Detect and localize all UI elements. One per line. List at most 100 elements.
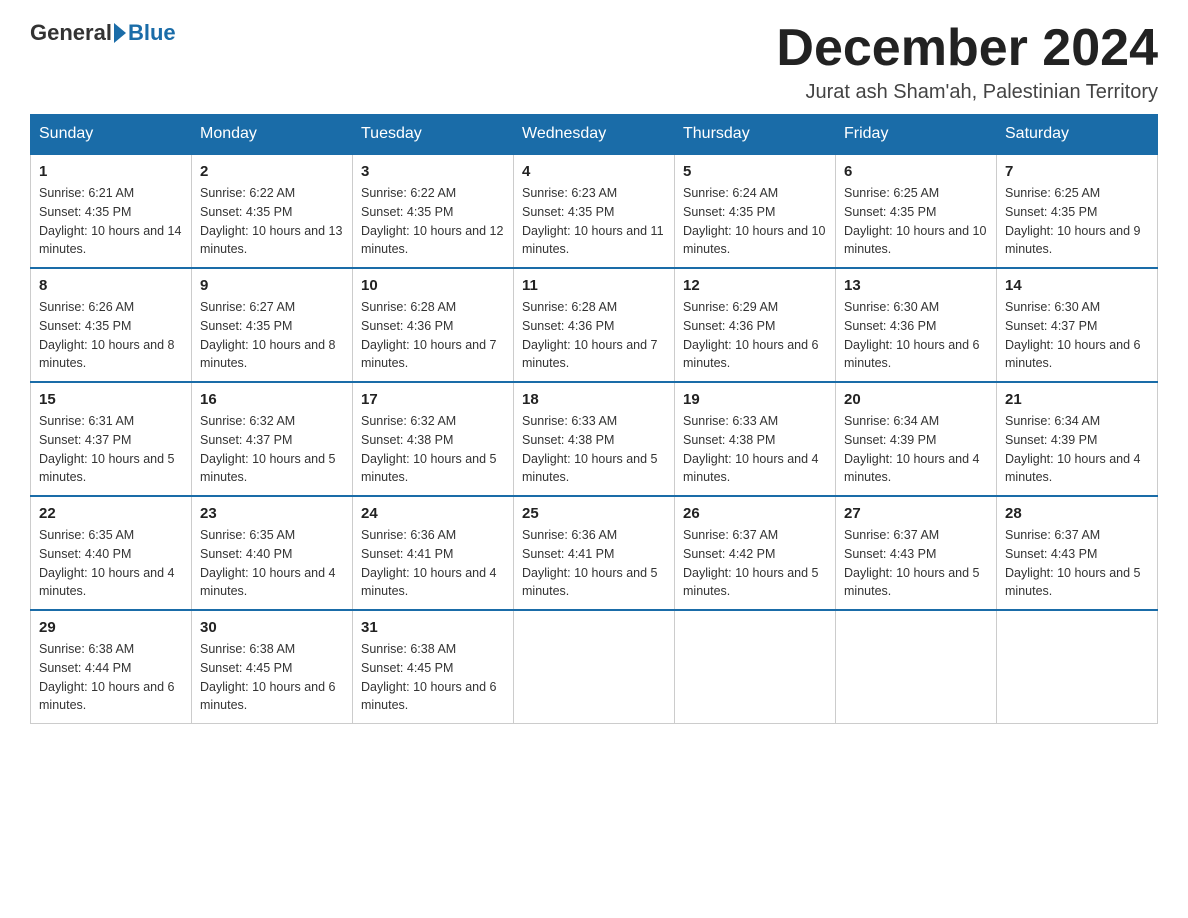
calendar-cell: 9Sunrise: 6:27 AMSunset: 4:35 PMDaylight…: [192, 268, 353, 382]
calendar-cell: 26 Sunrise: 6:37 AMSunset: 4:42 PMDayligh…: [675, 496, 836, 610]
day-number: 25: [522, 505, 666, 522]
logo-blue-text: Blue: [128, 20, 176, 46]
day-info: Sunrise: 6:38 AMSunset: 4:44 PMDaylight:…: [39, 640, 183, 715]
calendar-week-row-1: 1 Sunrise: 6:21 AMSunset: 4:35 PMDaylight…: [31, 154, 1158, 268]
day-info: Sunrise: 6:25 AMSunset: 4:35 PMDaylight:…: [1005, 184, 1149, 259]
calendar-cell: [514, 610, 675, 724]
day-info: Sunrise: 6:36 AMSunset: 4:41 PMDaylight:…: [522, 526, 666, 601]
day-info: Sunrise: 6:26 AMSunset: 4:35 PMDaylight:…: [39, 298, 183, 373]
day-number: 7: [1005, 163, 1149, 180]
day-info: Sunrise: 6:28 AMSunset: 4:36 PMDaylight:…: [361, 298, 505, 373]
day-info: Sunrise: 6:21 AMSunset: 4:35 PMDaylight:…: [39, 184, 183, 259]
day-info: Sunrise: 6:29 AMSunset: 4:36 PMDaylight:…: [683, 298, 827, 373]
page-header: General Blue December 2024 Jurat ash Sha…: [30, 20, 1158, 104]
day-info: Sunrise: 6:30 AMSunset: 4:36 PMDaylight:…: [844, 298, 988, 373]
day-info: Sunrise: 6:38 AMSunset: 4:45 PMDaylight:…: [200, 640, 344, 715]
calendar-cell: 13 Sunrise: 6:30 AMSunset: 4:36 PMDayligh…: [836, 268, 997, 382]
calendar-cell: 1 Sunrise: 6:21 AMSunset: 4:35 PMDaylight…: [31, 154, 192, 268]
day-info: Sunrise: 6:37 AMSunset: 4:43 PMDaylight:…: [1005, 526, 1149, 601]
day-number: 20: [844, 391, 988, 408]
logo: General Blue: [30, 20, 176, 46]
calendar-cell: 8Sunrise: 6:26 AMSunset: 4:35 PMDaylight…: [31, 268, 192, 382]
calendar-week-row-3: 15Sunrise: 6:31 AMSunset: 4:37 PMDayligh…: [31, 382, 1158, 496]
calendar-cell: 27 Sunrise: 6:37 AMSunset: 4:43 PMDayligh…: [836, 496, 997, 610]
day-number: 22: [39, 505, 183, 522]
weekday-header-row: SundayMondayTuesdayWednesdayThursdayFrid…: [31, 115, 1158, 155]
day-info: Sunrise: 6:22 AMSunset: 4:35 PMDaylight:…: [200, 184, 344, 259]
day-info: Sunrise: 6:36 AMSunset: 4:41 PMDaylight:…: [361, 526, 505, 601]
day-info: Sunrise: 6:33 AMSunset: 4:38 PMDaylight:…: [522, 412, 666, 487]
day-info: Sunrise: 6:37 AMSunset: 4:43 PMDaylight:…: [844, 526, 988, 601]
day-number: 12: [683, 277, 827, 294]
day-number: 5: [683, 163, 827, 180]
day-number: 14: [1005, 277, 1149, 294]
day-info: Sunrise: 6:37 AMSunset: 4:42 PMDaylight:…: [683, 526, 827, 601]
calendar-cell: 17 Sunrise: 6:32 AMSunset: 4:38 PMDayligh…: [353, 382, 514, 496]
calendar-cell: 23 Sunrise: 6:35 AMSunset: 4:40 PMDayligh…: [192, 496, 353, 610]
calendar-week-row-2: 8Sunrise: 6:26 AMSunset: 4:35 PMDaylight…: [31, 268, 1158, 382]
day-number: 31: [361, 619, 505, 636]
day-number: 4: [522, 163, 666, 180]
day-number: 13: [844, 277, 988, 294]
day-number: 11: [522, 277, 666, 294]
day-info: Sunrise: 6:30 AMSunset: 4:37 PMDaylight:…: [1005, 298, 1149, 373]
calendar-cell: 4Sunrise: 6:23 AMSunset: 4:35 PMDaylight…: [514, 154, 675, 268]
weekday-header-thursday: Thursday: [675, 115, 836, 155]
calendar-cell: 11 Sunrise: 6:28 AMSunset: 4:36 PMDayligh…: [514, 268, 675, 382]
day-info: Sunrise: 6:27 AMSunset: 4:35 PMDaylight:…: [200, 298, 344, 373]
calendar-cell: 18Sunrise: 6:33 AMSunset: 4:38 PMDayligh…: [514, 382, 675, 496]
calendar-cell: 10 Sunrise: 6:28 AMSunset: 4:36 PMDayligh…: [353, 268, 514, 382]
day-number: 1: [39, 163, 183, 180]
day-info: Sunrise: 6:35 AMSunset: 4:40 PMDaylight:…: [39, 526, 183, 601]
day-number: 26: [683, 505, 827, 522]
calendar-cell: 19 Sunrise: 6:33 AMSunset: 4:38 PMDayligh…: [675, 382, 836, 496]
weekday-header-monday: Monday: [192, 115, 353, 155]
day-info: Sunrise: 6:33 AMSunset: 4:38 PMDaylight:…: [683, 412, 827, 487]
day-number: 24: [361, 505, 505, 522]
day-number: 29: [39, 619, 183, 636]
calendar-cell: 7 Sunrise: 6:25 AMSunset: 4:35 PMDaylight…: [997, 154, 1158, 268]
day-info: Sunrise: 6:28 AMSunset: 4:36 PMDaylight:…: [522, 298, 666, 373]
calendar-table: SundayMondayTuesdayWednesdayThursdayFrid…: [30, 114, 1158, 724]
calendar-week-row-5: 29 Sunrise: 6:38 AMSunset: 4:44 PMDayligh…: [31, 610, 1158, 724]
day-info: Sunrise: 6:24 AMSunset: 4:35 PMDaylight:…: [683, 184, 827, 259]
day-info: Sunrise: 6:32 AMSunset: 4:38 PMDaylight:…: [361, 412, 505, 487]
day-number: 17: [361, 391, 505, 408]
location-subtitle: Jurat ash Sham'ah, Palestinian Territory: [776, 81, 1158, 104]
calendar-cell: [836, 610, 997, 724]
weekday-header-wednesday: Wednesday: [514, 115, 675, 155]
calendar-week-row-4: 22 Sunrise: 6:35 AMSunset: 4:40 PMDayligh…: [31, 496, 1158, 610]
month-title: December 2024: [776, 20, 1158, 77]
weekday-header-saturday: Saturday: [997, 115, 1158, 155]
day-number: 19: [683, 391, 827, 408]
day-number: 15: [39, 391, 183, 408]
logo-general-text: General: [30, 20, 112, 46]
day-info: Sunrise: 6:35 AMSunset: 4:40 PMDaylight:…: [200, 526, 344, 601]
day-number: 21: [1005, 391, 1149, 408]
title-section: December 2024 Jurat ash Sham'ah, Palesti…: [776, 20, 1158, 104]
calendar-cell: 15Sunrise: 6:31 AMSunset: 4:37 PMDayligh…: [31, 382, 192, 496]
day-info: Sunrise: 6:32 AMSunset: 4:37 PMDaylight:…: [200, 412, 344, 487]
calendar-cell: 31Sunrise: 6:38 AMSunset: 4:45 PMDayligh…: [353, 610, 514, 724]
calendar-cell: 20Sunrise: 6:34 AMSunset: 4:39 PMDayligh…: [836, 382, 997, 496]
weekday-header-friday: Friday: [836, 115, 997, 155]
day-info: Sunrise: 6:22 AMSunset: 4:35 PMDaylight:…: [361, 184, 505, 259]
calendar-cell: 6Sunrise: 6:25 AMSunset: 4:35 PMDaylight…: [836, 154, 997, 268]
calendar-cell: [997, 610, 1158, 724]
day-number: 27: [844, 505, 988, 522]
day-number: 10: [361, 277, 505, 294]
calendar-cell: 30Sunrise: 6:38 AMSunset: 4:45 PMDayligh…: [192, 610, 353, 724]
calendar-cell: 5 Sunrise: 6:24 AMSunset: 4:35 PMDaylight…: [675, 154, 836, 268]
calendar-cell: 28Sunrise: 6:37 AMSunset: 4:43 PMDayligh…: [997, 496, 1158, 610]
day-info: Sunrise: 6:25 AMSunset: 4:35 PMDaylight:…: [844, 184, 988, 259]
weekday-header-tuesday: Tuesday: [353, 115, 514, 155]
day-number: 3: [361, 163, 505, 180]
calendar-cell: [675, 610, 836, 724]
calendar-cell: 22 Sunrise: 6:35 AMSunset: 4:40 PMDayligh…: [31, 496, 192, 610]
day-number: 23: [200, 505, 344, 522]
calendar-cell: 25 Sunrise: 6:36 AMSunset: 4:41 PMDayligh…: [514, 496, 675, 610]
weekday-header-sunday: Sunday: [31, 115, 192, 155]
calendar-cell: 12 Sunrise: 6:29 AMSunset: 4:36 PMDayligh…: [675, 268, 836, 382]
day-info: Sunrise: 6:34 AMSunset: 4:39 PMDaylight:…: [1005, 412, 1149, 487]
calendar-cell: 14 Sunrise: 6:30 AMSunset: 4:37 PMDayligh…: [997, 268, 1158, 382]
